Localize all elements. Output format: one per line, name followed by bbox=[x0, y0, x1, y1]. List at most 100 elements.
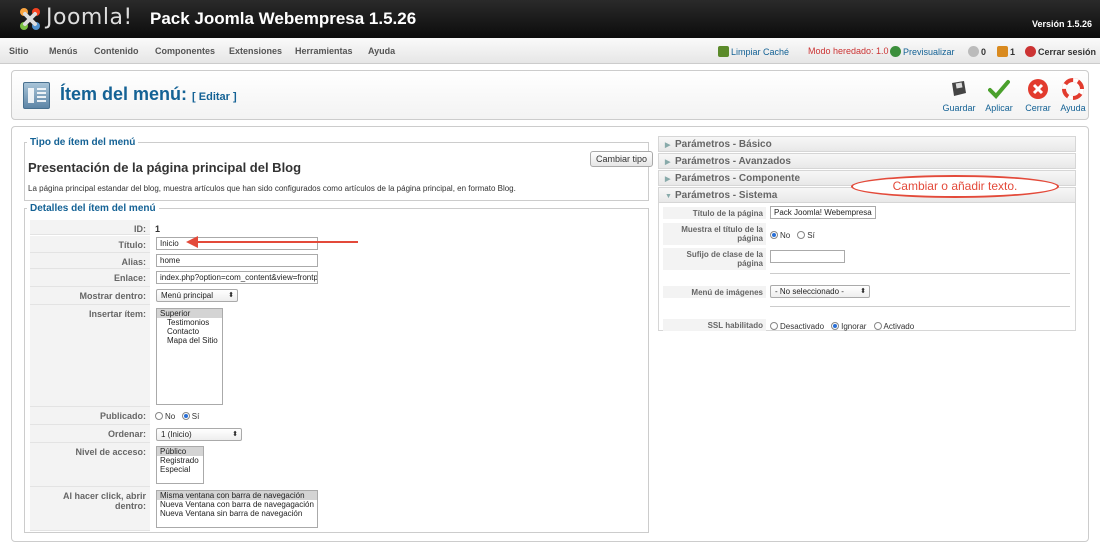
alias-input[interactable]: home bbox=[156, 254, 318, 267]
list-item[interactable]: Nueva Ventana con barra de navegagación bbox=[157, 500, 317, 509]
joomla-logo-text: Joomla! bbox=[46, 5, 133, 30]
list-item[interactable]: Misma ventana con barra de navegación bbox=[157, 491, 317, 500]
annotation-arrow-head bbox=[186, 236, 198, 248]
page-title: Ítem del menú: [ Editar ] bbox=[60, 84, 237, 105]
logout-label: Cerrar sesión bbox=[1038, 47, 1097, 57]
link-label: Enlace: bbox=[30, 269, 150, 287]
users-icon bbox=[997, 46, 1008, 57]
divider bbox=[770, 273, 1070, 274]
insert-label: Insertar ítem: bbox=[30, 305, 150, 407]
lifebuoy-icon bbox=[1062, 78, 1084, 100]
legacy-mode-label: Modo heredado: 1.0 bbox=[808, 46, 889, 56]
users-count-value: 1 bbox=[1010, 47, 1016, 57]
list-item[interactable]: Testimonios bbox=[157, 318, 222, 327]
params-basic-header[interactable]: ▶ Parámetros - Básico bbox=[658, 136, 1076, 152]
published-no-label: No bbox=[165, 412, 176, 421]
show-in-label: Mostrar dentro: bbox=[30, 287, 150, 305]
page-subtitle: [ Editar ] bbox=[192, 91, 237, 103]
chevron-right-icon: ▶ bbox=[665, 159, 671, 166]
list-item[interactable]: Contacto bbox=[157, 327, 222, 336]
link-input[interactable]: index.php?option=com_content&view=frontp… bbox=[156, 271, 318, 284]
apply-button[interactable]: Aplicar bbox=[979, 78, 1019, 114]
page-title-param-label: Título de la página bbox=[663, 207, 766, 219]
select-arrow-icon: ⬍ bbox=[860, 288, 866, 295]
params-basic-label: Parámetros - Básico bbox=[675, 139, 772, 150]
clear-cache-link[interactable]: Limpiar Caché bbox=[718, 46, 789, 57]
show-title-no-radio[interactable] bbox=[770, 231, 778, 239]
messages-count-value: 0 bbox=[981, 47, 987, 57]
save-button[interactable]: Guardar bbox=[939, 78, 979, 114]
site-title: Pack Joomla Webempresa 1.5.26 bbox=[150, 9, 417, 28]
list-item[interactable]: Público bbox=[157, 447, 203, 456]
params-system-label: Parámetros - Sistema bbox=[675, 190, 778, 201]
preview-link[interactable]: Previsualizar bbox=[890, 46, 955, 57]
list-item[interactable]: Mapa del Sitio bbox=[157, 336, 222, 345]
preview-icon bbox=[890, 46, 901, 57]
menu-item-icon bbox=[23, 82, 50, 109]
save-label: Guardar bbox=[942, 103, 976, 113]
preview-label: Previsualizar bbox=[903, 47, 955, 57]
divider bbox=[770, 306, 1070, 307]
list-item[interactable]: Registrado bbox=[157, 456, 203, 465]
change-type-button[interactable]: Cambiar tipo bbox=[590, 151, 654, 167]
chevron-right-icon: ▶ bbox=[665, 142, 671, 149]
users-count[interactable]: 1 bbox=[997, 46, 1015, 57]
ssl-param-label: SSL habilitado bbox=[663, 319, 766, 331]
menu-ayuda[interactable]: Ayuda bbox=[368, 46, 395, 56]
order-select[interactable]: 1 (Inicio) ⬍ bbox=[156, 428, 242, 441]
menu-type-legend: Tipo de ítem del menú bbox=[30, 137, 136, 148]
list-item[interactable]: Superior bbox=[157, 309, 222, 318]
top-header: Joomla! Pack Joomla Webempresa 1.5.26 Ve… bbox=[0, 0, 1100, 38]
menu-sitio[interactable]: Sitio bbox=[9, 46, 29, 56]
params-advanced-header[interactable]: ▶ Parámetros - Avanzados bbox=[658, 153, 1076, 169]
clear-cache-label: Limpiar Caché bbox=[731, 47, 790, 57]
chevron-right-icon: ▶ bbox=[665, 176, 671, 183]
insert-listbox[interactable]: Superior Testimonios Contacto Mapa del S… bbox=[156, 308, 223, 405]
access-label: Nivel de acceso: bbox=[30, 443, 150, 487]
title-input[interactable]: Inicio bbox=[156, 237, 318, 250]
click-target-label: Al hacer click, abrir dentro: bbox=[30, 487, 150, 531]
menu-componentes[interactable]: Componentes bbox=[155, 46, 215, 56]
menu-contenido[interactable]: Contenido bbox=[94, 46, 139, 56]
suffix-param-input[interactable] bbox=[770, 250, 845, 263]
page-toolbar: Ítem del menú: [ Editar ] Guardar Aplica… bbox=[11, 70, 1089, 120]
published-no-radio[interactable] bbox=[155, 412, 163, 420]
messages-icon bbox=[968, 46, 979, 57]
show-in-select[interactable]: Menú principal ⬍ bbox=[156, 289, 238, 302]
access-listbox[interactable]: Público Registrado Especial bbox=[156, 446, 204, 484]
menu-menus[interactable]: Menús bbox=[49, 46, 78, 56]
select-arrow-icon: ⬍ bbox=[228, 292, 234, 299]
click-target-listbox[interactable]: Misma ventana con barra de navegación Nu… bbox=[156, 490, 318, 528]
ssl-on-radio[interactable] bbox=[873, 322, 882, 330]
menu-extensiones[interactable]: Extensiones bbox=[229, 46, 282, 56]
joomla-logo-icon bbox=[20, 8, 40, 30]
list-item[interactable]: Especial bbox=[157, 465, 203, 474]
logout-link[interactable]: Cerrar sesión bbox=[1025, 46, 1096, 57]
menu-herramientas[interactable]: Herramientas bbox=[295, 46, 353, 56]
menu-image-param-label: Menú de imágenes bbox=[663, 286, 766, 298]
show-title-radio-group: No Sí bbox=[770, 229, 819, 241]
show-title-param-label: Muestra el título de la página bbox=[663, 223, 766, 245]
menu-image-select[interactable]: - No seleccionado - ⬍ bbox=[770, 285, 870, 298]
close-button[interactable]: Cerrar bbox=[1018, 78, 1058, 114]
broom-icon bbox=[718, 46, 729, 57]
help-button[interactable]: Ayuda bbox=[1053, 78, 1093, 114]
menu-type-description: La página principal estandar del blog, m… bbox=[28, 184, 516, 193]
page-title-param-input[interactable]: Pack Joomla! Webempresa bbox=[770, 206, 876, 219]
details-legend: Detalles del ítem del menú bbox=[30, 203, 156, 214]
show-in-value: Menú principal bbox=[161, 291, 214, 300]
params-advanced-label: Parámetros - Avanzados bbox=[675, 156, 791, 167]
close-label: Cerrar bbox=[1025, 103, 1051, 113]
page-title-text: Ítem del menú: bbox=[60, 84, 188, 104]
menu-image-value: - No seleccionado - bbox=[775, 287, 844, 296]
ssl-off-radio[interactable] bbox=[770, 322, 778, 330]
select-arrow-icon: ⬍ bbox=[232, 431, 238, 438]
ssl-ignore-radio[interactable] bbox=[831, 322, 840, 330]
admin-menubar: Sitio Menús Contenido Componentes Extens… bbox=[0, 38, 1100, 64]
chevron-down-icon: ▼ bbox=[665, 193, 672, 200]
show-title-yes-radio[interactable] bbox=[797, 231, 806, 239]
messages-count[interactable]: 0 bbox=[968, 46, 986, 57]
list-item[interactable]: Nueva Ventana sin barra de navegación bbox=[157, 509, 317, 518]
order-value: 1 (Inicio) bbox=[161, 430, 192, 439]
published-yes-radio[interactable] bbox=[181, 412, 190, 420]
